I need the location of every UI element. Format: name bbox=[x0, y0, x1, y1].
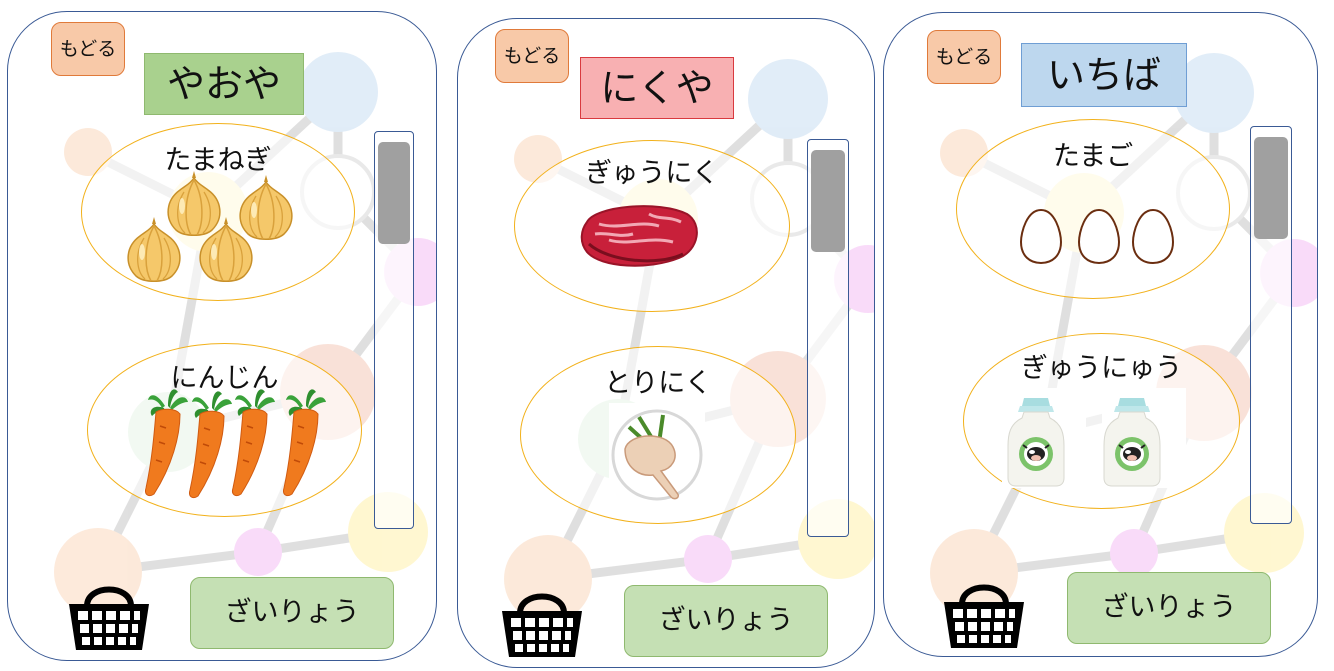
milk-bottle-icon bbox=[1002, 388, 1186, 488]
page-title: いちば bbox=[1021, 43, 1187, 107]
screen-nikuya: もどる にくや ぎゅうにく とりにく ざいりょう bbox=[457, 18, 875, 668]
chicken-leg-icon bbox=[609, 403, 705, 501]
screen-yaoya: もどる やおや たまねぎ にんじん ざいりょう bbox=[7, 11, 437, 661]
back-button[interactable]: もどる bbox=[51, 22, 125, 76]
item-card-carrot[interactable]: にんじん bbox=[87, 343, 362, 517]
scrollbar[interactable] bbox=[374, 131, 414, 529]
ingredients-button[interactable]: ざいりょう bbox=[190, 577, 394, 649]
basket-icon[interactable] bbox=[496, 583, 586, 663]
scrollbar[interactable] bbox=[1250, 126, 1292, 524]
scrollbar[interactable] bbox=[807, 139, 849, 537]
ingredients-button[interactable]: ざいりょう bbox=[1067, 572, 1271, 644]
basket-icon[interactable] bbox=[940, 574, 1030, 654]
scroll-thumb[interactable] bbox=[378, 142, 410, 244]
item-card-chicken[interactable]: とりにく bbox=[520, 346, 796, 524]
page-title: やおや bbox=[144, 53, 304, 115]
onion-icon bbox=[127, 170, 293, 282]
back-button[interactable]: もどる bbox=[495, 29, 569, 83]
item-card-beef[interactable]: ぎゅうにく bbox=[514, 140, 790, 312]
beef-icon bbox=[580, 205, 698, 267]
egg-icon bbox=[1020, 209, 1174, 264]
screen-ichiba: もどる いちば たまご ぎゅうにゅう ざいりょう bbox=[883, 12, 1318, 657]
item-card-onion[interactable]: たまねぎ bbox=[81, 123, 355, 301]
carrot-icon bbox=[144, 388, 327, 499]
item-card-egg[interactable]: たまご bbox=[956, 119, 1230, 299]
scroll-thumb[interactable] bbox=[1254, 137, 1288, 239]
back-button[interactable]: もどる bbox=[927, 30, 1001, 84]
basket-icon[interactable] bbox=[65, 576, 155, 656]
item-card-milk[interactable]: ぎゅうにゅう bbox=[963, 333, 1240, 509]
scroll-thumb[interactable] bbox=[811, 150, 845, 252]
ingredients-button[interactable]: ざいりょう bbox=[624, 585, 828, 657]
page-title: にくや bbox=[580, 57, 734, 119]
